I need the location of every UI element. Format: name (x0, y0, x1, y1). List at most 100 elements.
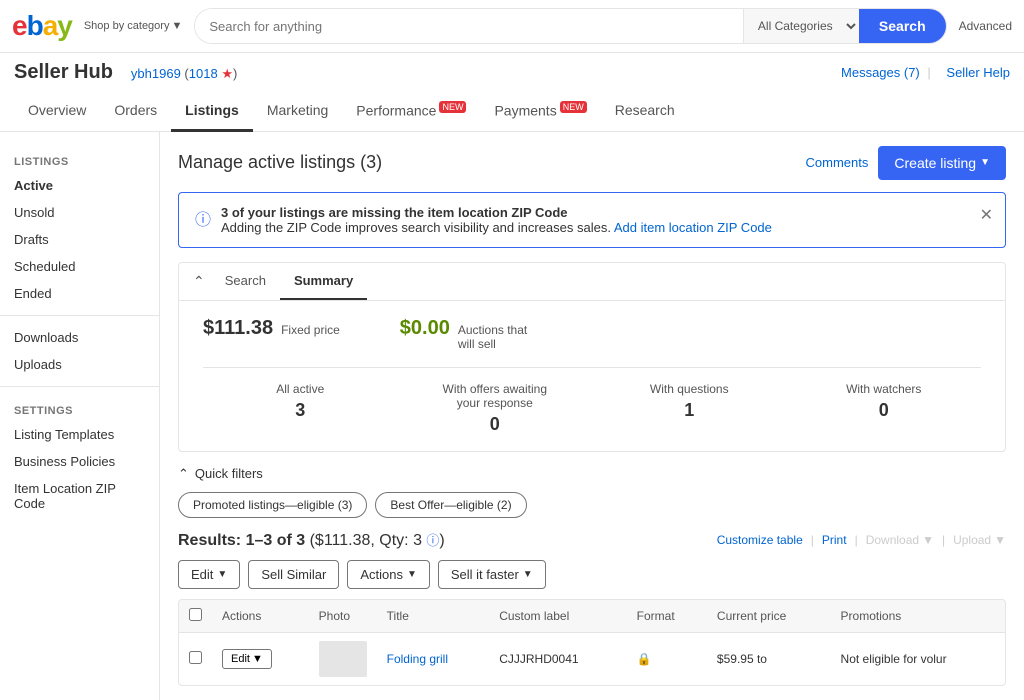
quick-filters-header[interactable]: ⌃ Quick filters (178, 466, 1006, 482)
create-listing-button[interactable]: Create listing ▼ (878, 146, 1006, 180)
tab-orders[interactable]: Orders (100, 92, 171, 132)
col-format: Format (627, 600, 707, 633)
sidebar-item-business-policies[interactable]: Business Policies (0, 448, 159, 475)
comments-link[interactable]: Comments (806, 155, 869, 170)
filter-best-offer[interactable]: Best Offer—eligible (2) (375, 492, 526, 518)
edit-button[interactable]: Edit ▼ (178, 560, 240, 589)
seller-hub-bar: Seller Hub ybh1969 (1018 ★) Messages (7)… (0, 53, 1024, 92)
actions-button[interactable]: Actions ▼ (347, 560, 430, 589)
sidebar-item-scheduled[interactable]: Scheduled (0, 253, 159, 280)
listings-section-label: LISTINGS (0, 146, 159, 172)
search-button[interactable]: Search (859, 9, 946, 43)
col-promotions: Promotions (831, 600, 1005, 633)
stat-questions: With questions 1 (592, 382, 787, 435)
tab-research[interactable]: Research (601, 92, 689, 132)
summary-stats: $111.38 Fixed price $0.00 Auctions that … (179, 301, 1005, 451)
username-link[interactable]: ybh1969 (131, 66, 181, 81)
toolbar: Edit ▼ Sell Similar Actions ▼ Sell it fa… (178, 560, 1006, 589)
shop-by-category[interactable]: Shop by category ▼ (84, 20, 183, 32)
ebay-logo[interactable]: ebay (12, 10, 72, 42)
tab-marketing[interactable]: Marketing (253, 92, 342, 132)
advanced-link[interactable]: Advanced (959, 19, 1012, 33)
panel-toggle-button[interactable]: ⌃ (193, 263, 211, 300)
customize-table-link[interactable]: Customize table (717, 533, 803, 547)
fixed-price-value: $111.38 (203, 317, 273, 340)
print-link[interactable]: Print (822, 533, 847, 547)
download-dropdown[interactable]: Download ▼ (866, 533, 934, 547)
table-row: Edit ▼ Folding grill CJJJRHD0041 🔒 (179, 632, 1005, 685)
category-select[interactable]: All Categories (743, 9, 859, 43)
row-promotions-cell: Not eligible for volur (831, 632, 1005, 685)
messages-link[interactable]: Messages (7) (841, 65, 920, 80)
sidebar-item-drafts[interactable]: Drafts (0, 226, 159, 253)
header-links: Messages (7) | Seller Help (833, 65, 1010, 80)
sell-faster-arrow: ▼ (523, 569, 533, 580)
summary-panel: ⌃ Search Summary $111.38 Fixed price $0.… (178, 262, 1006, 452)
sidebar-item-downloads[interactable]: Downloads (0, 324, 159, 351)
sidebar-item-listing-templates[interactable]: Listing Templates (0, 421, 159, 448)
data-table: Actions Photo Title Custom label Format … (179, 600, 1005, 685)
settings-section-label: SETTINGS (0, 395, 159, 421)
seller-help-link[interactable]: Seller Help (946, 65, 1010, 80)
sidebar-item-zip-code[interactable]: Item Location ZIP Code (0, 475, 159, 517)
manage-header: Manage active listings (3) Comments Crea… (178, 146, 1006, 180)
sell-similar-button[interactable]: Sell Similar (248, 560, 339, 589)
row-title-cell: Folding grill (377, 632, 490, 685)
alert-banner: ⓘ 3 of your listings are missing the ite… (178, 192, 1006, 248)
results-title: Results: 1–3 of 3 ($111.38, Qty: 3 ⓘ) (178, 530, 445, 550)
panel-tab-search[interactable]: Search (211, 263, 280, 300)
stat-watchers: With watchers 0 (787, 382, 982, 435)
results-row: Results: 1–3 of 3 ($111.38, Qty: 3 ⓘ) Cu… (178, 530, 1006, 550)
edit-arrow: ▼ (217, 569, 227, 580)
col-photo: Photo (309, 600, 377, 633)
seller-hub-title: Seller Hub (14, 61, 113, 84)
row-checkbox[interactable] (189, 651, 202, 664)
row-format-cell: 🔒 (627, 632, 707, 685)
filter-chips: Promoted listings—eligible (3) Best Offe… (178, 492, 1006, 518)
site-header: ebay Shop by category ▼ All Categories S… (0, 0, 1024, 53)
panel-tab-summary[interactable]: Summary (280, 263, 367, 300)
stats-row: All active 3 With offers awaitingyour re… (203, 367, 981, 435)
col-title: Title (377, 600, 490, 633)
col-price: Current price (707, 600, 831, 633)
results-info-icon[interactable]: ⓘ (426, 533, 439, 548)
tab-listings[interactable]: Listings (171, 92, 253, 132)
stat-all-active: All active 3 (203, 382, 398, 435)
rating-link[interactable]: 1018 (189, 66, 218, 81)
row-checkbox-cell (179, 632, 212, 685)
info-icon: ⓘ (195, 206, 211, 230)
search-bar: All Categories Search (194, 8, 946, 44)
add-zip-link[interactable]: Add item location ZIP Code (614, 220, 772, 235)
sidebar-item-ended[interactable]: Ended (0, 280, 159, 307)
col-custom-label: Custom label (489, 600, 626, 633)
tab-payments[interactable]: PaymentsNEW (480, 92, 600, 132)
sidebar-item-uploads[interactable]: Uploads (0, 351, 159, 378)
filter-promoted-listings[interactable]: Promoted listings—eligible (3) (178, 492, 367, 518)
listings-table: Actions Photo Title Custom label Format … (178, 599, 1006, 686)
main-layout: LISTINGS Active Unsold Drafts Scheduled … (0, 132, 1024, 700)
upload-dropdown[interactable]: Upload ▼ (953, 533, 1006, 547)
star-icon: ★ (221, 66, 233, 81)
sell-faster-button[interactable]: Sell it faster ▼ (438, 560, 546, 589)
product-photo (319, 641, 367, 677)
panel-tabs: ⌃ Search Summary (179, 263, 1005, 301)
select-all-checkbox[interactable] (189, 608, 202, 621)
sidebar-item-unsold[interactable]: Unsold (0, 199, 159, 226)
row-price-cell: $59.95 to (707, 632, 831, 685)
listing-title-link[interactable]: Folding grill (387, 652, 448, 666)
row-edit-button[interactable]: Edit ▼ (222, 649, 272, 669)
auction-price-value: $0.00 (400, 317, 450, 340)
col-checkbox (179, 600, 212, 633)
alert-close-button[interactable]: ✕ (980, 205, 993, 225)
tab-performance[interactable]: PerformanceNEW (342, 92, 480, 132)
search-input[interactable] (195, 9, 743, 43)
format-lock-icon: 🔒 (637, 652, 652, 666)
sidebar-item-active[interactable]: Active (0, 172, 159, 199)
tab-overview[interactable]: Overview (14, 92, 100, 132)
actions-arrow: ▼ (407, 569, 417, 580)
row-label-cell: CJJJRHD0041 (489, 632, 626, 685)
seller-info: ybh1969 (1018 ★) (131, 66, 237, 82)
content-area: Manage active listings (3) Comments Crea… (160, 132, 1024, 700)
row-photo-cell (309, 632, 377, 685)
manage-actions: Comments Create listing ▼ (806, 146, 1006, 180)
